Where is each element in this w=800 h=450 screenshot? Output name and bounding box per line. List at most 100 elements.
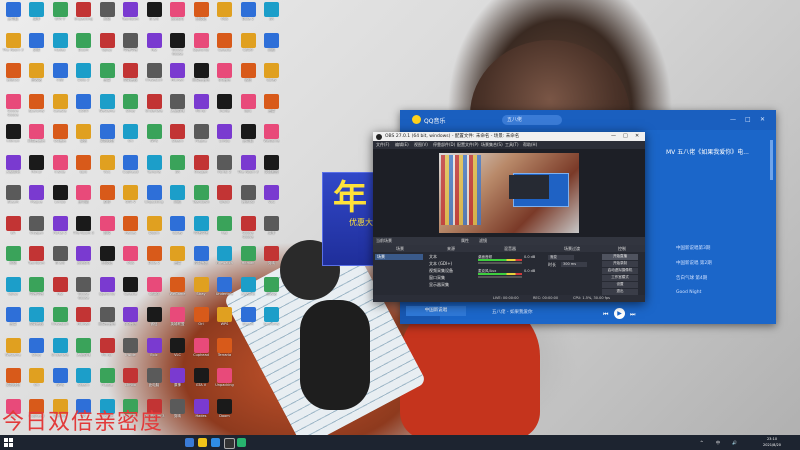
desktop-icon[interactable]: 迅雷: [167, 246, 189, 276]
obs-settings-button[interactable]: 设置: [602, 282, 638, 288]
desktop-icon[interactable]: Undertale: [49, 337, 71, 368]
obs-exit-button[interactable]: 退出: [602, 289, 638, 295]
desktop-icon[interactable]: 大型游戏: [2, 154, 24, 185]
desktop-icon[interactable]: Goose Goose: [237, 215, 259, 246]
obs-duration-input[interactable]: 300 ms: [561, 262, 587, 267]
desktop-icon[interactable]: Plague: [190, 124, 212, 154]
obs-source-item[interactable]: 窗口采集: [429, 275, 445, 281]
desktop-icon[interactable]: Uplay: [261, 63, 283, 93]
tray-overflow-icon[interactable]: ^: [700, 438, 703, 447]
obs-maximize-button[interactable]: □: [623, 132, 628, 141]
desktop-icon[interactable]: 英雄联盟: [261, 154, 283, 185]
desktop-icon[interactable]: Doom: [143, 215, 165, 246]
qq-scrollbar[interactable]: [770, 140, 773, 180]
obs-properties-button[interactable]: 属性: [461, 237, 469, 245]
desktop-icon[interactable]: 原神: [26, 2, 48, 32]
desktop-icon[interactable]: 剪映: [26, 32, 48, 63]
obs-window[interactable]: OBS 27.0.1 (64 bit, windows) - 配置文件: 未命名…: [373, 132, 645, 302]
desktop-icon[interactable]: 微信: [237, 63, 259, 93]
desktop-icon[interactable]: 原神: [261, 215, 283, 246]
desktop-icon[interactable]: Portal 2: [214, 154, 236, 185]
desktop-icon[interactable]: Uplay: [167, 215, 189, 246]
desktop-icon[interactable]: Mirror: [190, 93, 212, 124]
desktop-icon[interactable]: Firewatch: [143, 63, 165, 93]
obs-studio-mode-button[interactable]: 工作室模式: [602, 275, 638, 281]
obs-volume-slider[interactable]: [478, 262, 522, 264]
desktop-icon[interactable]: 哔哩哔哩: [120, 32, 142, 63]
desktop-icon[interactable]: 网络: [96, 2, 118, 32]
desktop-icon[interactable]: WeGame: [2, 337, 24, 368]
desktop-icon[interactable]: Inside: [120, 337, 142, 368]
desktop-icon[interactable]: Ori: [26, 368, 48, 398]
desktop-icon[interactable]: 回收站: [190, 2, 212, 32]
volume-icon[interactable]: 🔊: [732, 438, 737, 447]
desktop-icon[interactable]: Teardown: [26, 246, 48, 276]
desktop-icon[interactable]: Spelunky: [190, 32, 212, 63]
desktop-icon[interactable]: Braid: [143, 2, 165, 32]
obs-menu-view[interactable]: 视图(V): [414, 141, 428, 149]
desktop-icon[interactable]: Cuphead: [190, 337, 212, 368]
desktop-icon[interactable]: WPS: [49, 368, 71, 398]
desktop-icon[interactable]: 回收站: [26, 63, 48, 93]
desktop-icon[interactable]: Unpacking: [214, 368, 236, 398]
desktop-icon[interactable]: Terraria: [214, 337, 236, 368]
desktop-icon[interactable]: 原神: [167, 368, 189, 398]
desktop-icon[interactable]: 迅雷: [96, 63, 118, 93]
desktop-icon[interactable]: 此电脑: [143, 368, 165, 398]
desktop-icon[interactable]: EA: [261, 2, 283, 32]
desktop-icon[interactable]: 英雄联盟: [2, 368, 24, 398]
desktop-icon[interactable]: WPS: [143, 124, 165, 154]
obs-source-item[interactable]: 视频采集设备: [429, 268, 453, 274]
obs-menu-docks[interactable]: 停靠部件(D): [433, 141, 455, 149]
desktop-icon[interactable]: Steam: [73, 368, 95, 398]
qq-play-icon[interactable]: ▶: [614, 308, 625, 319]
desktop-icon[interactable]: Steam: [167, 124, 189, 154]
obs-start-recording-button[interactable]: 开始录制: [602, 261, 638, 267]
input-method-icon[interactable]: 中: [716, 438, 720, 447]
desktop-icon[interactable]: The Room 3: [73, 215, 95, 246]
desktop-icon[interactable]: 大型游戏: [167, 93, 189, 124]
qq-bottom-tab[interactable]: 中国新说唱: [406, 306, 466, 316]
desktop-icon[interactable]: WPS: [214, 307, 236, 337]
desktop-icon[interactable]: 网络: [167, 185, 189, 215]
task-view-icon[interactable]: [185, 438, 194, 447]
obs-start-streaming-button[interactable]: 开始直播: [602, 254, 638, 260]
obs-preview[interactable]: [373, 149, 645, 237]
windows-start-icon[interactable]: [4, 438, 13, 447]
desktop-icon[interactable]: Stray: [26, 337, 48, 368]
desktop-icon[interactable]: Mirror: [96, 337, 118, 368]
desktop-icon[interactable]: 大型游戏: [237, 276, 259, 307]
qq-song-title[interactable]: MV 五八佬《如果我爱你》电...: [666, 147, 749, 156]
desktop-icon[interactable]: Fez: [143, 32, 165, 63]
desktop-icon[interactable]: Goose Goose: [73, 276, 95, 307]
desktop-icon[interactable]: Hades: [49, 32, 71, 63]
taskbar-clock[interactable]: 23:10 2021/8/20: [760, 436, 784, 448]
desktop-icon[interactable]: CSGO: [143, 276, 165, 307]
obs-source-item[interactable]: 文本: [429, 254, 437, 260]
desktop-icon[interactable]: 剪映: [167, 398, 189, 429]
qq-minimize-button[interactable]: —: [730, 116, 736, 123]
desktop-icon[interactable]: Dota 2: [143, 246, 165, 276]
desktop-icon[interactable]: Ori: [120, 124, 142, 154]
obs-source-item[interactable]: 文本 (GDI+): [429, 261, 452, 267]
desktop-icon[interactable]: Dota 2: [73, 63, 95, 93]
desktop-icon[interactable]: 剪映: [96, 215, 118, 246]
desktop-icon[interactable]: Limbo: [49, 185, 71, 215]
desktop-icon[interactable]: Steam: [237, 307, 259, 337]
qq-maximize-button[interactable]: □: [745, 116, 751, 123]
desktop-icon[interactable]: The Room 3: [237, 154, 259, 185]
desktop-icon[interactable]: Spelunky: [26, 93, 48, 124]
desktop-icon[interactable]: Cuphead: [120, 154, 142, 185]
desktop-icon[interactable]: Fez: [49, 276, 71, 307]
obs-transition-select[interactable]: 渐变: [548, 255, 574, 260]
file-explorer-icon[interactable]: [198, 438, 207, 447]
desktop-icon[interactable]: OBS: [49, 63, 71, 93]
obs-mixer-channel[interactable]: 麦克风/Aux 0.0 dB: [478, 269, 538, 279]
desktop-icon[interactable]: Limbo: [120, 368, 142, 398]
qq-prev-icon[interactable]: ⏮: [603, 311, 608, 319]
desktop-icon[interactable]: Doom: [214, 398, 236, 429]
desktop-icon[interactable]: Dota 2: [237, 2, 259, 32]
desktop-icon[interactable]: Teardown: [120, 2, 142, 32]
desktop-icon[interactable]: CSGO: [237, 32, 259, 63]
desktop-icon[interactable]: 回收站: [96, 246, 118, 276]
